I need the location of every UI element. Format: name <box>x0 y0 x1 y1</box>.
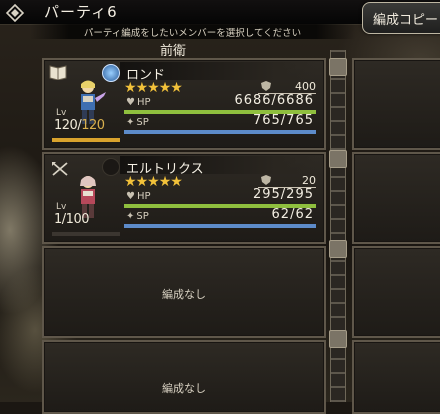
front-row-label: 前衛 <box>160 44 187 59</box>
star-icon: ★ <box>158 174 172 190</box>
divider-knob <box>329 240 347 258</box>
level-bar <box>52 138 120 142</box>
hp-label: ♥ HP <box>126 97 151 108</box>
sp-icon: ✦ <box>126 117 135 128</box>
star-rating: ★★★★★ <box>124 80 183 96</box>
formation-copy-button[interactable]: 編成コピー <box>362 2 440 34</box>
party-title: パーティ6 <box>44 3 118 21</box>
shield-icon <box>261 175 271 185</box>
star-icon: ★ <box>170 174 183 190</box>
crossed-weapon-icon <box>52 162 68 176</box>
sp-value: 765/765 <box>252 113 314 128</box>
back-slot-3[interactable] <box>352 246 440 338</box>
divider-knob <box>329 58 347 76</box>
shield-points: 400 <box>295 80 316 93</box>
sp-label: ✦ SP <box>126 117 149 128</box>
formation-copy-label: 編成コピー <box>373 13 439 28</box>
sp-label: ✦ SP <box>126 211 149 222</box>
back-slot-2[interactable] <box>352 152 440 244</box>
shield-icon <box>261 81 271 91</box>
level-value: 1/100 <box>54 212 90 227</box>
star-icon: ★ <box>135 174 149 190</box>
class-badge-icon <box>102 64 120 82</box>
empty-slot-label: 編成なし <box>162 288 206 301</box>
empty-slot-label: 編成なし <box>162 382 206 395</box>
back-slot-1[interactable] <box>352 58 440 150</box>
sp-bar-fill <box>124 224 316 228</box>
sp-value: 62/62 <box>271 207 314 222</box>
heart-icon: ♥ <box>126 191 135 202</box>
instruction-bar: パーティ編成をしたいメンバーを選択してください <box>30 24 355 39</box>
divider-knob <box>329 150 347 168</box>
instruction-text: パーティ編成をしたいメンバーを選択してください <box>83 28 302 39</box>
empty-slot-1[interactable]: 編成なし <box>42 246 326 338</box>
hp-label: ♥ HP <box>126 191 151 202</box>
star-rating: ★★★★★ <box>124 174 183 190</box>
hp-value: 295/295 <box>252 187 314 202</box>
heart-icon: ♥ <box>126 97 135 108</box>
class-badge-icon <box>102 158 120 176</box>
empty-slot-2[interactable]: 編成なし <box>42 340 326 414</box>
back-diamond-icon[interactable] <box>4 3 26 23</box>
sp-icon: ✦ <box>126 211 135 222</box>
level-value: 120/120 <box>54 118 105 133</box>
book-icon <box>49 65 67 80</box>
member-slot-2[interactable]: Lv 1/100 エルトリクス ★★★★★ 20 ♥ HP 295/295 ✦ SP… <box>42 152 326 244</box>
star-icon: ★ <box>135 80 149 96</box>
shield-points: 20 <box>302 174 316 187</box>
level-bar-fill <box>52 138 120 142</box>
star-icon: ★ <box>170 80 183 96</box>
star-icon: ★ <box>147 80 160 96</box>
star-icon: ★ <box>147 174 160 190</box>
column-divider <box>330 50 346 402</box>
star-icon: ★ <box>124 80 137 96</box>
sp-bar-fill <box>124 130 316 134</box>
back-slot-4[interactable] <box>352 340 440 414</box>
level-bar <box>52 232 120 236</box>
divider-knob <box>329 330 347 348</box>
sp-bar <box>124 224 316 228</box>
star-icon: ★ <box>158 80 172 96</box>
level-label: Lv <box>56 108 67 118</box>
star-icon: ★ <box>124 174 137 190</box>
hp-value: 6686/6686 <box>234 93 314 108</box>
member-slot-1[interactable]: Lv 120/120 ロンド ★★★★★ 400 ♥ HP 6686/6686 ✦… <box>42 58 326 150</box>
sp-bar <box>124 130 316 134</box>
level-label: Lv <box>56 202 67 212</box>
